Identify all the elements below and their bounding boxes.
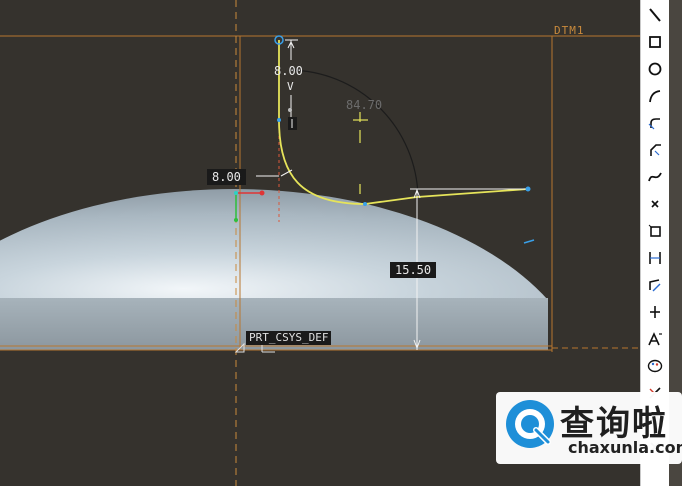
vertex-end[interactable] [525, 186, 531, 192]
vertex-arc-start[interactable] [277, 118, 281, 122]
csys-label[interactable]: PRT_CSYS_DEF [246, 331, 332, 345]
angle-dimension[interactable]: 84.70 [346, 98, 382, 112]
watermark-logo-icon [506, 400, 554, 448]
arc-icon[interactable] [643, 85, 667, 107]
dimension-icon[interactable] [643, 247, 667, 269]
rectangle-icon[interactable] [643, 31, 667, 53]
circle-icon[interactable] [643, 58, 667, 80]
vertex-arc-end[interactable] [363, 202, 367, 206]
watermark-brand-en: chaxunla.com [568, 438, 682, 457]
arc-center-marker[interactable] [353, 112, 368, 194]
fillet-icon[interactable] [643, 112, 667, 134]
datum-plane-label[interactable]: DTM1 [554, 24, 585, 38]
angle-dimension-arc[interactable] [289, 69, 419, 197]
sketch-profile[interactable] [278, 40, 529, 205]
top-v-marker: V [287, 80, 294, 93]
modify-icon[interactable] [643, 274, 667, 296]
tangent-marker [523, 239, 535, 244]
top-length-dimension[interactable]: 8.00 [274, 64, 303, 78]
point-icon[interactable] [643, 193, 667, 215]
chamfer-icon[interactable] [643, 139, 667, 161]
vertical-height-dimension[interactable]: 15.50 [390, 262, 437, 278]
watermark: 查询啦 chaxunla.com [496, 392, 682, 464]
horizontal-dimension-leader[interactable] [256, 169, 293, 177]
text-icon[interactable] [643, 328, 667, 350]
spline-icon[interactable] [643, 166, 667, 188]
top-dimension-marker[interactable] [285, 39, 298, 118]
horizontal-offset-dimension[interactable]: 8.00 [207, 169, 246, 185]
palette-icon[interactable] [643, 355, 667, 377]
offset-edge-icon[interactable] [643, 220, 667, 242]
dome-solid [0, 189, 548, 300]
line-icon[interactable] [643, 4, 667, 26]
constraint-icon[interactable] [643, 301, 667, 323]
vertex-angle-top[interactable] [288, 108, 292, 112]
